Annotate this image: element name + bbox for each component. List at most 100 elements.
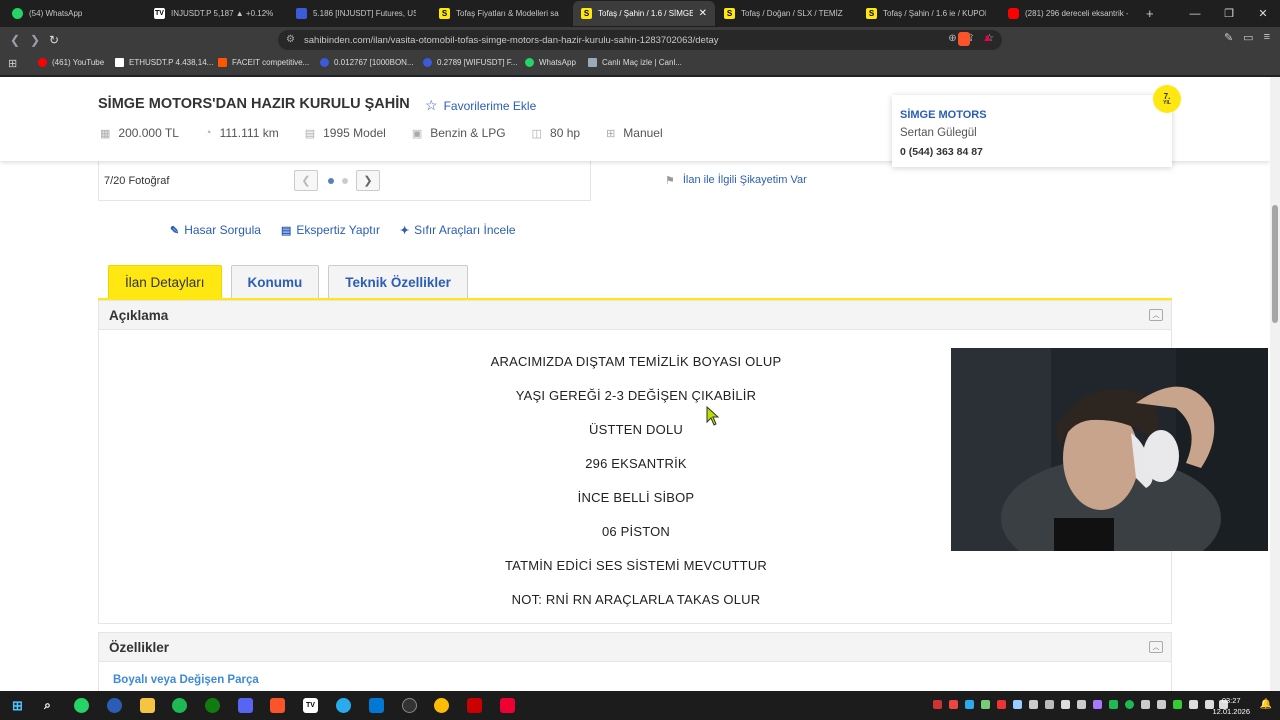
site-info-icon[interactable]: ⚙ [286, 34, 295, 45]
extensions-icon[interactable]: ✎ [1224, 31, 1233, 44]
bookmark-label: Canlı Maç izle | Canl... [602, 58, 682, 67]
xbox-icon[interactable] [205, 698, 220, 713]
app-icon[interactable] [107, 698, 122, 713]
voice-app-icon[interactable] [467, 698, 482, 713]
brave-rewards-icon[interactable]: ▲ [982, 32, 993, 44]
taskbar-clock[interactable]: 03:27 12.01.2026 [1212, 695, 1250, 717]
brave-shield-icon[interactable] [958, 32, 970, 46]
bookmark-item[interactable]: ETHUSDT.P 4.438,14... [115, 58, 213, 67]
telegram-icon[interactable] [336, 698, 351, 713]
wrench-icon: ✎ [170, 224, 180, 237]
url-field[interactable]: ⚙ sahibinden.com/ilan/vasita-otomobil-to… [278, 30, 1002, 50]
browser-tab-active[interactable]: S Tofaş / Şahin / 1.6 / SİMGE ✕ [573, 1, 715, 26]
whatsapp-icon [525, 58, 534, 67]
listing-tabs: İlan Detayları Konumu Teknik Özellikler [108, 265, 468, 298]
tray-icon[interactable] [965, 700, 974, 709]
bookmark-item[interactable]: 0.2789 [WIFUSDT] F... [423, 58, 517, 67]
photo-dot[interactable] [342, 178, 348, 184]
windows-start-icon[interactable]: ⊞ [10, 698, 25, 713]
bookmark-item[interactable]: (461) YouTube [38, 58, 104, 67]
file-explorer-icon[interactable] [140, 698, 155, 713]
calculator-icon[interactable] [369, 698, 384, 713]
collapse-icon[interactable]: ︿ [1149, 641, 1163, 653]
app-icon[interactable] [500, 698, 515, 713]
zoom-icon[interactable]: ⊕ [948, 33, 956, 44]
complaint-link[interactable]: ⚑ İlan ile İlgili Şikayetim Var [665, 174, 807, 187]
whatsapp-icon[interactable] [74, 698, 89, 713]
restore-icon[interactable]: ❐ [1212, 7, 1246, 20]
photo-next-button[interactable]: ❯ [356, 170, 380, 191]
browser-tab[interactable]: S Tofaş / Şahin / 1.6 ie / KUPON [858, 1, 994, 26]
scrollbar-thumb[interactable] [1272, 205, 1278, 323]
tray-icon[interactable] [933, 700, 942, 709]
add-favorite-link[interactable]: ☆ Favorilerime Ekle [425, 97, 536, 114]
tray-icon[interactable] [981, 700, 990, 709]
seller-phone[interactable]: 0 (544) 363 84 87 [900, 146, 1164, 158]
tray-icon[interactable] [1077, 700, 1086, 709]
close-tab-icon[interactable]: ✕ [699, 8, 707, 19]
bookmark-item[interactable]: Canlı Maç izle | Canl... [588, 58, 682, 67]
tab-title: Tofaş Fiyatları & Modelleri sah [456, 9, 559, 18]
notification-icon[interactable]: 🔔 [1260, 699, 1272, 710]
minimize-icon[interactable]: — [1178, 8, 1212, 20]
photo-dot-active[interactable] [328, 178, 334, 184]
brave-icon[interactable] [270, 698, 285, 713]
spec-price: ▦ 200.000 TL [100, 126, 179, 140]
browser-tab[interactable]: (54) WhatsApp [4, 1, 140, 26]
spotify-tray-icon[interactable] [1125, 700, 1134, 709]
chrome-icon[interactable] [434, 698, 449, 713]
browser-tab[interactable]: TV INJUSDT.P 5,187 ▲ +0.12% Sq [146, 1, 282, 26]
obs-icon[interactable] [402, 698, 417, 713]
close-window-icon[interactable]: ✕ [1246, 7, 1280, 20]
browser-tab[interactable]: S Tofaş / Doğan / SLX / TEMİZ D [716, 1, 852, 26]
tray-icon[interactable] [1029, 700, 1038, 709]
new-cars-link[interactable]: ✦ Sıfır Araçları İncele [400, 223, 516, 237]
browser-tab[interactable]: 5.186 [INJUSDT] Futures, USDT [288, 1, 424, 26]
tray-icon[interactable] [1061, 700, 1070, 709]
tray-icon[interactable] [1157, 700, 1166, 709]
bookmark-item[interactable]: WhatsApp [525, 58, 576, 67]
tray-icon[interactable] [1109, 700, 1118, 709]
tab-technical-specs[interactable]: Teknik Özellikler [328, 265, 468, 298]
forward-icon[interactable]: ❯ [30, 33, 40, 47]
binance-icon [423, 58, 432, 67]
bookmark-label: FACEIT competitive... [232, 58, 310, 67]
search-icon[interactable]: ⌕ [40, 698, 55, 713]
collapse-icon[interactable]: ︿ [1149, 309, 1163, 321]
tray-icon[interactable] [949, 700, 958, 709]
tradingview-icon[interactable]: TV [303, 698, 318, 713]
tray-icon[interactable] [997, 700, 1006, 709]
sidebar-icon[interactable]: ▭ [1243, 31, 1253, 44]
apps-grid-icon[interactable]: ⊞ [8, 57, 17, 70]
pin-icon: ✦ [399, 224, 410, 237]
tray-icon[interactable] [1013, 700, 1022, 709]
tab-listing-details[interactable]: İlan Detayları [108, 265, 222, 298]
tray-icon[interactable] [1093, 700, 1102, 709]
store-name-link[interactable]: SİMGE MOTORS [900, 109, 1164, 121]
browser-tab[interactable]: S Tofaş Fiyatları & Modelleri sah [431, 1, 567, 26]
new-tab-button[interactable]: + [1146, 6, 1154, 21]
tray-icon[interactable] [1045, 700, 1054, 709]
bookmark-label: (461) YouTube [52, 58, 105, 67]
seller-name: Sertan Gülegül [900, 127, 977, 139]
browser-tab[interactable]: (281) 296 dereceli eksantrik - Y [1000, 1, 1136, 26]
spec-value: Benzin & LPG [430, 126, 506, 140]
discord-icon[interactable] [238, 698, 253, 713]
reload-icon[interactable]: ↻ [49, 33, 59, 47]
tab-location[interactable]: Konumu [230, 265, 320, 298]
damage-query-link[interactable]: ✎ Hasar Sorgula [170, 223, 261, 237]
spotify-icon[interactable] [172, 698, 187, 713]
address-bar-row: ❮ ❯ ↻ ⚙ sahibinden.com/ilan/vasita-otomo… [0, 27, 1280, 53]
tray-icon[interactable] [1141, 700, 1150, 709]
browser-chrome: (54) WhatsApp TV INJUSDT.P 5,187 ▲ +0.12%… [0, 0, 1280, 77]
photo-prev-button[interactable]: ❮ [294, 170, 318, 191]
page-scrollbar[interactable] [1270, 77, 1280, 691]
bookmark-item[interactable]: 0.012767 [1000BON... [320, 58, 414, 67]
expertise-link[interactable]: ▤ Ekspertiz Yaptır [281, 223, 380, 237]
menu-icon[interactable]: ≡ [1264, 31, 1270, 44]
spec-value: 111.111 km [219, 126, 279, 140]
bookmark-item[interactable]: FACEIT competitive... [218, 58, 309, 67]
tray-icon[interactable] [1189, 700, 1198, 709]
back-icon[interactable]: ❮ [10, 33, 20, 47]
tray-icon[interactable] [1173, 700, 1182, 709]
